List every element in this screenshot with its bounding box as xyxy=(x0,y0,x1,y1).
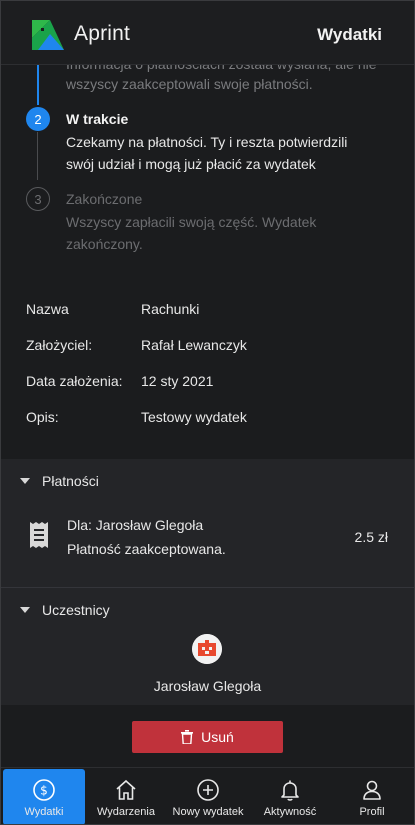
payment-amount: 2.5 zł xyxy=(354,529,388,545)
nav-label: Wydatki xyxy=(24,806,64,818)
payments-section: Płatności Dla: Jarosław Glegoła Płatność… xyxy=(1,459,414,587)
plus-circle-icon xyxy=(197,779,219,801)
detail-row-name: Nazwa Rachunki xyxy=(1,301,414,337)
step-title-active: W trakcie xyxy=(66,111,129,127)
step-description-active: Czekamy na płatności. Ty i reszta potwie… xyxy=(66,134,348,150)
detail-label: Opis: xyxy=(26,409,59,425)
step-description-future: zakończony. xyxy=(66,236,143,252)
previous-step-text: wszyscy zaakceptowali swoje płatności. xyxy=(66,76,313,92)
detail-label: Nazwa xyxy=(26,301,69,317)
payments-section-header[interactable]: Płatności xyxy=(1,459,414,503)
bottom-navigation: $ Wydatki Wydarzenia Nowy wydatek Aktywn… xyxy=(1,767,414,824)
participant-name: Jarosław Glegoła xyxy=(153,678,262,694)
delete-button-label: Usuń xyxy=(201,729,234,745)
svg-text:$: $ xyxy=(40,784,48,798)
aprint-logo-icon xyxy=(32,20,64,50)
user-icon xyxy=(363,780,381,800)
payment-item[interactable]: Dla: Jarosław Glegoła Płatność zaakcepto… xyxy=(1,507,414,577)
detail-row-description: Opis: Testowy wydatek xyxy=(1,409,414,445)
nav-item-activity[interactable]: Aktywność xyxy=(249,769,331,824)
detail-value: Rachunki xyxy=(141,301,200,317)
nav-label: Wydarzenia xyxy=(97,806,155,818)
app-name: Aprint xyxy=(74,22,131,45)
actions-bar: Usuń xyxy=(1,705,414,767)
step-description-future: Wszyscy zapłacili swoją część. Wydatek xyxy=(66,214,317,230)
nav-item-new-expense[interactable]: Nowy wydatek xyxy=(167,769,249,824)
delete-button[interactable]: Usuń xyxy=(132,721,283,753)
home-icon xyxy=(116,779,136,800)
caret-down-icon xyxy=(20,478,30,484)
payment-status: Płatność zaakceptowana. xyxy=(67,541,226,557)
detail-label: Data założenia: xyxy=(26,373,123,389)
app-header: Aprint Wydatki xyxy=(1,1,414,65)
step-title-future: Zakończone xyxy=(66,191,143,207)
page-title: Wydatki xyxy=(317,25,382,44)
trash-icon xyxy=(181,730,194,744)
app-frame: Aprint Wydatki Informacja o płatnościach… xyxy=(0,0,415,825)
participant-item[interactable]: Jarosław Glegoła xyxy=(1,634,414,706)
nav-item-expenses[interactable]: $ Wydatki xyxy=(3,769,85,824)
step-connector xyxy=(37,132,38,180)
expense-status-steps: Informacja o płatnościach została wysłan… xyxy=(1,65,414,269)
nav-item-profile[interactable]: Profil xyxy=(331,769,413,824)
dollar-icon: $ xyxy=(33,779,55,801)
participants-section-header[interactable]: Uczestnicy xyxy=(1,588,414,632)
participants-section: Uczestnicy Jarosław Glegoła xyxy=(1,588,414,705)
step-connector-completed xyxy=(37,65,39,105)
detail-label: Założyciel: xyxy=(26,337,93,353)
nav-item-events[interactable]: Wydarzenia xyxy=(85,769,167,824)
payment-recipient: Dla: Jarosław Glegoła xyxy=(67,517,204,533)
participants-section-title: Uczestnicy xyxy=(42,602,110,618)
step-number-future: 3 xyxy=(26,187,50,211)
receipt-icon xyxy=(30,522,48,548)
detail-value: Rafał Lewanczyk xyxy=(141,337,247,353)
detail-row-created: Data założenia: 12 sty 2021 xyxy=(1,373,414,409)
step-number-active: 2 xyxy=(26,107,50,131)
caret-down-icon xyxy=(20,607,30,613)
detail-row-founder: Założyciel: Rafał Lewanczyk xyxy=(1,337,414,373)
nav-label: Nowy wydatek xyxy=(172,806,244,818)
nav-label: Profil xyxy=(359,806,385,818)
expense-details: Nazwa Rachunki Założyciel: Rafał Lewancz… xyxy=(1,269,414,459)
step-description-active: swój udział i mogą już płacić za wydatek xyxy=(66,156,316,172)
payments-section-title: Płatności xyxy=(42,473,99,489)
nav-label: Aktywność xyxy=(263,806,317,818)
detail-value: 12 sty 2021 xyxy=(141,373,214,389)
bell-icon xyxy=(281,780,299,801)
avatar xyxy=(192,634,222,664)
detail-value: Testowy wydatek xyxy=(141,409,247,425)
